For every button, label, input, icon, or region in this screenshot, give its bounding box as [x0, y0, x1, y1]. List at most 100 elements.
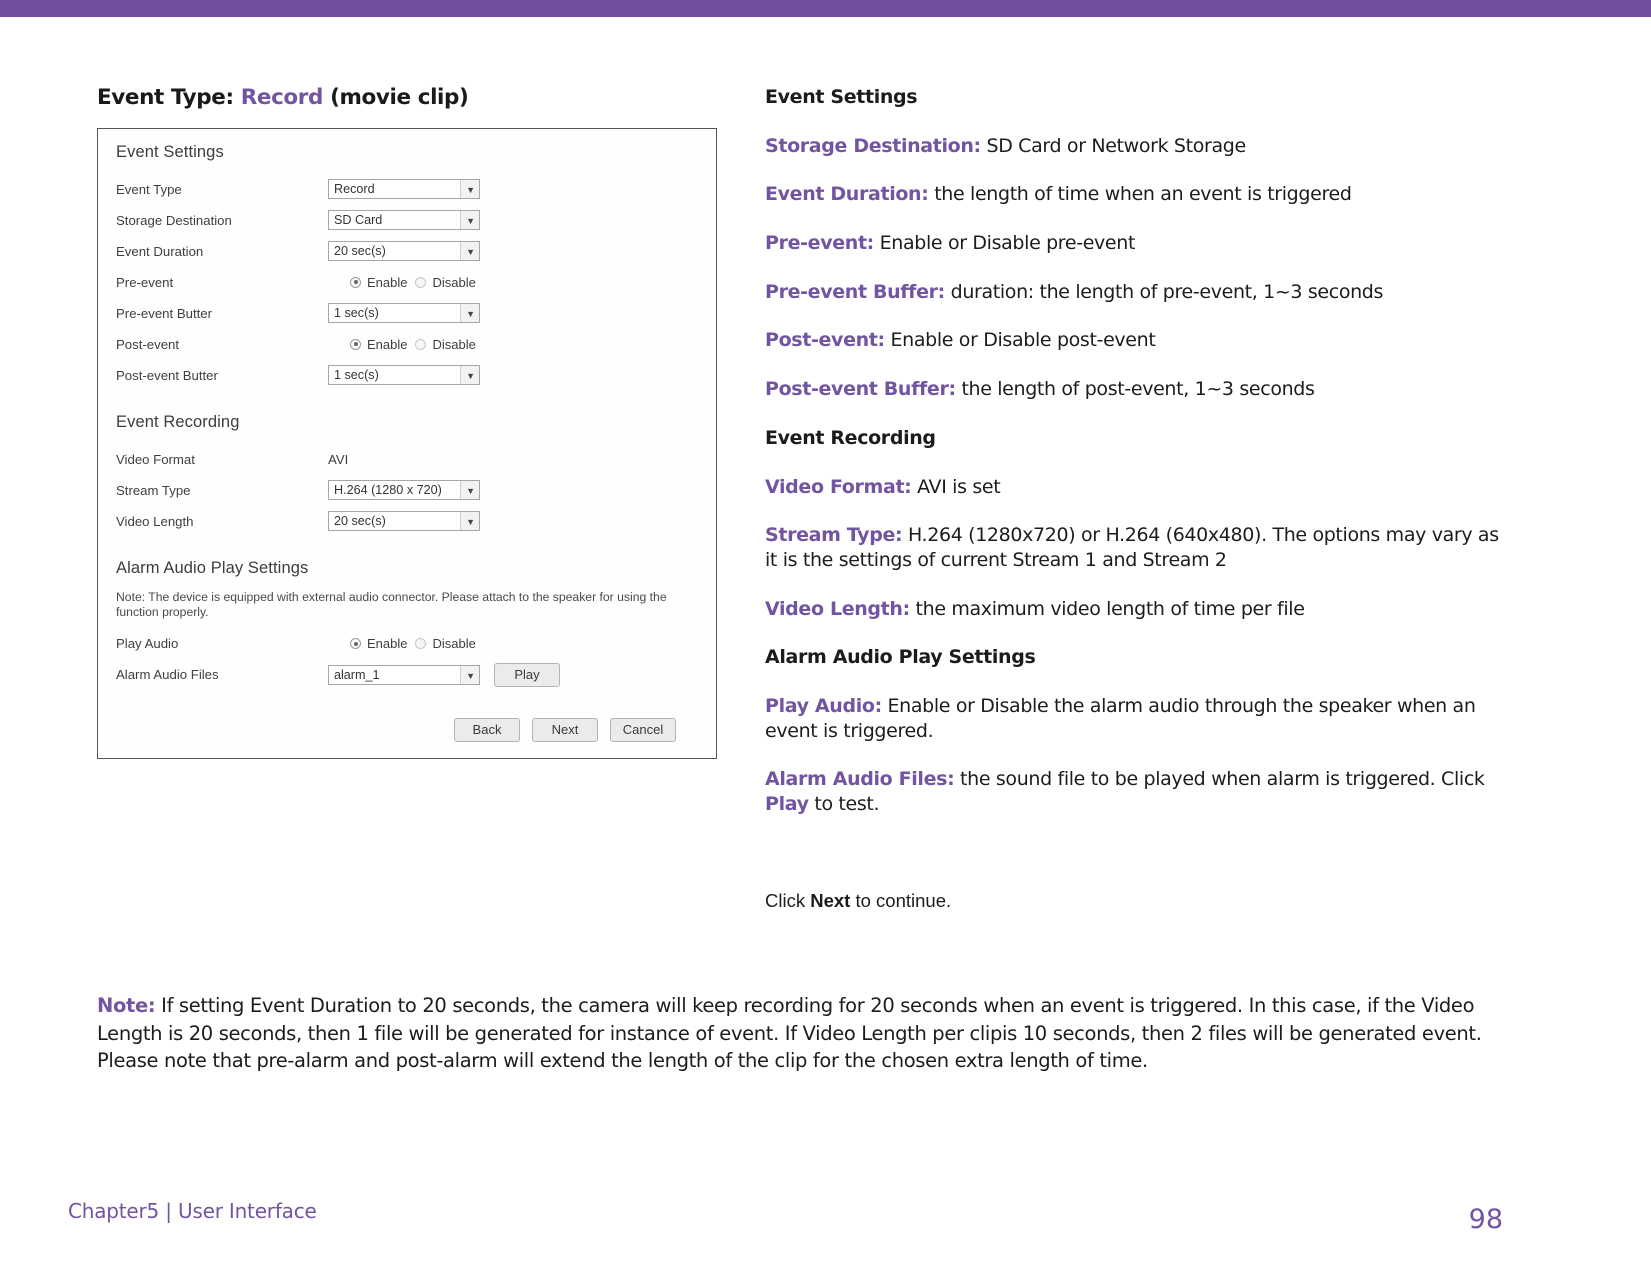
- ui-label-post-event: Post-event: [116, 336, 180, 352]
- play-audio-radio-group: Enable Disable: [328, 636, 476, 651]
- chevron-down-icon: ▼: [466, 517, 475, 527]
- footer-chapter: Chapter5 | User Interface: [68, 1199, 317, 1223]
- continue-before: Click: [765, 889, 811, 911]
- footer-page-number: 98: [1468, 1204, 1503, 1235]
- caption-suffix: (movie clip): [330, 85, 469, 110]
- storage-destination-value: SD Card: [334, 213, 383, 227]
- ui-row-video-format: Video Format AVI: [116, 444, 698, 474]
- desc-keyword-play: Play: [765, 793, 809, 815]
- desc-post-event-buffer: Post-event Buffer: the length of post-ev…: [765, 377, 1505, 402]
- desc-term: Video Length:: [765, 597, 910, 620]
- desc-text: duration: the length of pre-event, 1~3 s…: [950, 280, 1384, 303]
- play-audio-enable-option[interactable]: Enable: [350, 636, 407, 651]
- ui-row-pre-event: Pre-event Enable Disable: [116, 267, 698, 297]
- right-column: Event Settings Storage Destination: SD C…: [765, 85, 1505, 937]
- play-button[interactable]: Play: [494, 662, 560, 687]
- event-type-select[interactable]: Record ▼: [328, 179, 480, 199]
- ui-row-post-event: Post-event Enable Disable: [116, 329, 698, 359]
- ui-alarm-audio-note: Note: The device is equipped with extern…: [116, 590, 667, 620]
- ui-label-event-type: Event Type: [116, 181, 182, 197]
- desc-play-audio: Play Audio: Enable or Disable the alarm …: [765, 694, 1505, 743]
- desc-term: Stream Type:: [765, 524, 903, 547]
- event-duration-value: 20 sec(s): [334, 244, 386, 258]
- ui-label-alarm-audio-files: Alarm Audio Files: [116, 667, 219, 682]
- ui-row-event-duration: Event Duration 20 sec(s) ▼: [116, 236, 698, 266]
- chevron-down-icon: ▼: [466, 216, 475, 226]
- event-type-value: Record: [334, 182, 375, 196]
- desc-event-settings-heading: Event Settings: [765, 86, 918, 108]
- desc-pre-event-buffer: Pre-event Buffer: duration: the length o…: [765, 280, 1505, 305]
- back-button[interactable]: Back: [454, 717, 520, 742]
- chevron-down-icon: ▼: [466, 371, 475, 381]
- post-event-buffer-value: 1 sec(s): [334, 368, 379, 382]
- caption-highlight: Record: [240, 85, 324, 110]
- stream-type-select[interactable]: H.264 (1280 x 720) ▼: [328, 480, 480, 500]
- ui-event-settings-title: Event Settings: [116, 143, 224, 161]
- video-length-value: 20 sec(s): [334, 514, 386, 528]
- play-audio-enable-label: Enable: [367, 636, 408, 651]
- desc-text-after: to test.: [808, 793, 880, 815]
- play-audio-disable-option[interactable]: Disable: [415, 636, 476, 651]
- ui-label-pre-event-buffer: Pre-event Butter: [116, 305, 213, 321]
- desc-term: Alarm Audio Files:: [765, 768, 955, 791]
- continue-next-keyword: Next: [810, 889, 851, 911]
- next-button[interactable]: Next: [532, 717, 598, 742]
- ui-label-play-audio: Play Audio: [116, 636, 179, 651]
- desc-text: the sound file to be played when alarm i…: [960, 768, 1485, 791]
- desc-term: Event Duration:: [765, 183, 929, 206]
- post-event-disable-option[interactable]: Disable: [415, 337, 476, 352]
- ui-row-post-event-buffer: Post-event Butter 1 sec(s) ▼: [116, 360, 698, 390]
- ui-row-storage-destination: Storage Destination SD Card ▼: [116, 205, 698, 235]
- post-event-enable-option[interactable]: Enable: [350, 337, 407, 352]
- desc-text: AVI is set: [917, 475, 1001, 498]
- ui-row-play-audio: Play Audio Enable Disable: [116, 629, 698, 659]
- video-length-select[interactable]: 20 sec(s) ▼: [328, 511, 480, 531]
- pre-event-buffer-select[interactable]: 1 sec(s) ▼: [328, 303, 480, 323]
- radio-unselected-icon: [415, 338, 427, 350]
- pre-event-radio-group: Enable Disable: [328, 275, 476, 290]
- post-event-buffer-select[interactable]: 1 sec(s) ▼: [328, 365, 480, 385]
- event-duration-select[interactable]: 20 sec(s) ▼: [328, 241, 480, 261]
- desc-storage-destination: Storage Destination: SD Card or Network …: [765, 134, 1505, 159]
- alarm-audio-files-select[interactable]: alarm_1 ▼: [328, 664, 480, 685]
- ui-label-post-event-buffer: Post-event Butter: [116, 367, 218, 383]
- desc-event-recording-heading: Event Recording: [765, 426, 936, 449]
- desc-event-duration: Event Duration: the length of time when …: [765, 182, 1505, 207]
- chevron-down-icon: ▼: [466, 670, 475, 681]
- stream-type-value: H.264 (1280 x 720): [334, 483, 442, 497]
- continue-instruction: Click Next to continue.: [765, 889, 1505, 913]
- radio-selected-icon: [350, 276, 361, 288]
- ui-row-event-type: Event Type Record ▼: [116, 174, 698, 204]
- desc-alarm-audio-heading: Alarm Audio Play Settings: [765, 646, 1036, 669]
- storage-destination-select[interactable]: SD Card ▼: [328, 210, 480, 230]
- ui-label-stream-type: Stream Type: [116, 482, 191, 498]
- radio-selected-icon: [350, 338, 361, 350]
- chevron-down-icon: ▼: [466, 247, 475, 257]
- desc-text: the length of post-event, 1~3 seconds: [961, 378, 1315, 401]
- pre-event-disable-option[interactable]: Disable: [415, 275, 476, 290]
- desc-video-length: Video Length: the maximum video length o…: [765, 597, 1505, 622]
- desc-text: the maximum video length of time per fil…: [915, 597, 1305, 620]
- desc-pre-event: Pre-event: Enable or Disable pre-event: [765, 231, 1505, 256]
- wizard-button-row: Back Next Cancel: [116, 717, 698, 742]
- desc-term: Pre-event Buffer:: [765, 280, 945, 303]
- chevron-down-icon: ▼: [466, 309, 475, 319]
- bottom-note: Note: If setting Event Duration to 20 se…: [97, 992, 1487, 1075]
- video-format-value: AVI: [328, 451, 349, 467]
- desc-term: Play Audio:: [765, 694, 882, 717]
- chevron-down-icon: ▼: [466, 486, 475, 496]
- ui-row-video-length: Video Length 20 sec(s) ▼: [116, 506, 698, 536]
- desc-text: SD Card or Network Storage: [986, 134, 1247, 157]
- left-column: Event Type: Record (movie clip) Event Se…: [97, 85, 737, 759]
- ui-event-recording-title: Event Recording: [116, 413, 240, 431]
- cancel-button[interactable]: Cancel: [610, 717, 676, 742]
- desc-text: Enable or Disable pre-event: [879, 232, 1136, 255]
- radio-unselected-icon: [415, 638, 427, 649]
- note-text: If setting Event Duration to 20 seconds,…: [97, 994, 1482, 1073]
- note-label: Note:: [97, 994, 156, 1017]
- play-audio-disable-label: Disable: [432, 636, 476, 651]
- desc-term: Video Format:: [765, 475, 912, 498]
- pre-event-enable-option[interactable]: Enable: [350, 275, 407, 290]
